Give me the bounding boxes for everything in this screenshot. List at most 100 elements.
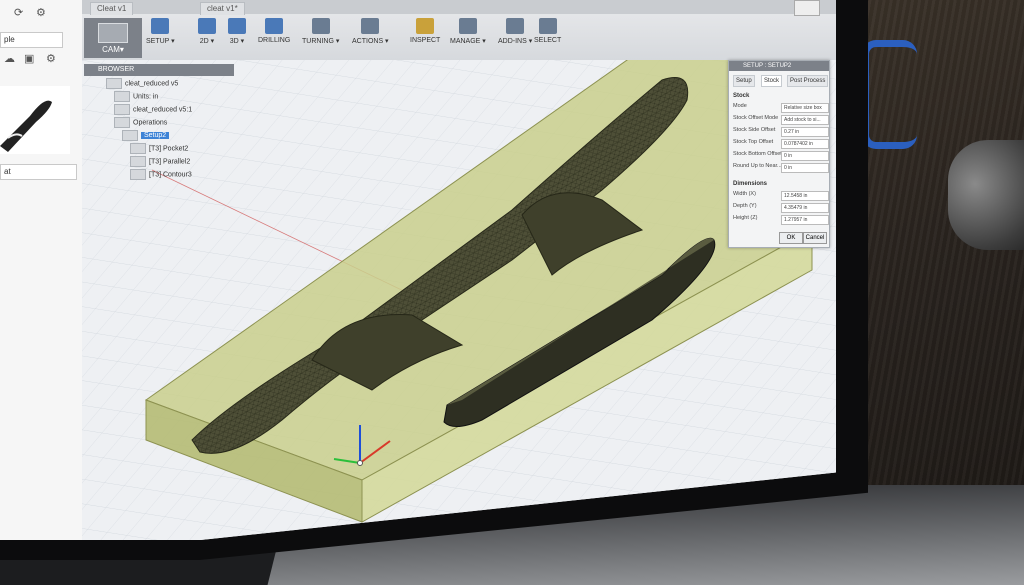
refresh-icon[interactable]: ⟳ <box>14 6 23 19</box>
ribbon-group-label: DRILLING <box>258 37 291 44</box>
field-value-input[interactable]: Relative size box <box>781 103 829 113</box>
ribbon-group-2[interactable]: 3D ▾ <box>228 14 246 58</box>
dialog-title: SETUP : SETUP2 <box>729 61 829 71</box>
field-label: Depth (Y) <box>733 203 757 209</box>
node-icon <box>114 117 130 128</box>
folder-icon[interactable]: ▣ <box>24 52 34 65</box>
ribbon-tool-icon <box>311 18 330 34</box>
field-value-input[interactable]: 1.27957 in <box>781 215 829 225</box>
browser-tree-item[interactable]: Units: in <box>114 91 158 102</box>
browser-tree-item[interactable]: [T3] Parallel2 <box>130 156 190 167</box>
tree-item-label: Operations <box>133 119 168 127</box>
workspace-label: CAM▾ <box>102 45 124 54</box>
node-icon <box>122 130 138 141</box>
tree-item-label: [T3] Parallel2 <box>149 158 191 166</box>
cancel-button[interactable]: Cancel <box>803 232 827 244</box>
field-value-input[interactable]: 0.0787402 in <box>781 139 829 149</box>
ribbon-group-1[interactable]: 2D ▾ <box>198 14 216 58</box>
workspace-switcher-button[interactable]: CAM▾ <box>84 18 142 58</box>
ribbon-group-label: MANAGE ▾ <box>450 38 486 45</box>
field-label: Stock Offset Mode <box>733 115 779 121</box>
ribbon-group-3[interactable]: DRILLING <box>258 14 290 58</box>
dialog-field-row: Depth (Y) 4.35479 in <box>733 203 829 213</box>
gear-icon[interactable]: ⚙ <box>46 52 56 65</box>
search-input[interactable]: ple <box>0 32 63 48</box>
dialog-field-row: Stock Bottom Offset 0 in <box>733 151 829 161</box>
tab-cleat-v1[interactable]: Cleat v1 <box>90 2 134 15</box>
node-icon <box>114 104 130 115</box>
ribbon-group-0[interactable]: SETUP ▾ <box>146 14 175 58</box>
setup-dialog: SETUP : SETUP2 Setup Stock Post Process … <box>728 60 830 248</box>
ok-button[interactable]: OK <box>779 232 803 244</box>
field-value-input[interactable]: Add stock to si... <box>781 115 829 125</box>
settings-icon[interactable]: ⚙ <box>36 6 46 19</box>
ribbon-group-9[interactable]: SELECT <box>534 14 561 58</box>
tab-setup[interactable]: Setup <box>733 75 755 87</box>
field-label: Stock Side Offset <box>733 127 776 133</box>
metal-tool <box>948 140 1024 250</box>
tree-item-label: [T3] Contour3 <box>149 171 192 179</box>
ribbon-tool-icon <box>361 18 380 34</box>
ribbon-tool-icon <box>228 18 246 34</box>
ribbon-group-label: ADD-INS ▾ <box>498 38 533 45</box>
node-icon <box>130 156 146 167</box>
ribbon-tool-icon <box>198 18 216 34</box>
node-icon <box>106 78 122 89</box>
design-thumbnail[interactable] <box>0 86 70 154</box>
browser-panel: BROWSER cleat_reduced v5 Units: in cleat_r… <box>84 64 234 180</box>
field-value-input[interactable]: 0 in <box>781 163 829 173</box>
field-label: Width (X) <box>733 191 756 197</box>
ribbon-tool-icon <box>151 18 170 34</box>
ribbon-tool-icon <box>265 18 284 34</box>
cloud-icon[interactable]: ☁ <box>4 52 15 65</box>
ribbon-group-label: 2D ▾ <box>199 38 215 45</box>
stock-section-header[interactable]: Stock <box>733 93 749 99</box>
ribbon-tool-icon <box>458 18 477 34</box>
tab-stock[interactable]: Stock <box>761 75 783 87</box>
cleat-thumbnail-icon <box>0 100 52 152</box>
view-cube[interactable] <box>794 0 820 16</box>
dimensions-section-header[interactable]: Dimensions <box>733 181 767 187</box>
ribbon-tool-icon <box>538 18 557 34</box>
tree-item-label: cleat_reduced v5:1 <box>133 106 193 114</box>
ribbon-group-8[interactable]: ADD-INS ▾ <box>498 14 532 58</box>
thumbnail-caption: at <box>0 164 77 180</box>
field-value-input[interactable]: 0 in <box>781 151 829 161</box>
field-label: Stock Top Offset <box>733 139 774 145</box>
dialog-field-row: Stock Offset Mode Add stock to si... <box>733 115 829 125</box>
document-tab-bar: Cleat v1 cleat v1* <box>82 0 836 15</box>
dialog-field-row: Height (Z) 1.27957 in <box>733 215 829 225</box>
browser-tree-item[interactable]: Setup2 <box>122 130 170 141</box>
ribbon-group-4[interactable]: TURNING ▾ <box>302 14 339 58</box>
ribbon-group-6[interactable]: INSPECT <box>410 14 440 58</box>
tab-post-process[interactable]: Post Process <box>787 75 829 87</box>
field-label: Height (Z) <box>733 215 758 221</box>
ribbon-tool-icon <box>416 18 435 34</box>
field-label: Mode <box>733 103 747 109</box>
field-value-input[interactable]: 0.27 in <box>781 127 829 137</box>
field-label: Round Up to Near... <box>733 163 782 169</box>
ribbon-group-label: INSPECT <box>410 37 441 44</box>
browser-tree-item[interactable]: [T3] Pocket2 <box>130 143 188 154</box>
browser-tree-item[interactable]: [T3] Contour3 <box>130 169 192 180</box>
browser-tree-item[interactable]: Operations <box>114 117 167 128</box>
cam-icon <box>98 23 128 43</box>
browser-tree-item[interactable]: cleat_reduced v5 <box>106 78 178 89</box>
ribbon-group-5[interactable]: ACTIONS ▾ <box>352 14 389 58</box>
ribbon-group-label: TURNING ▾ <box>302 38 340 45</box>
dialog-field-row: Stock Side Offset 0.27 in <box>733 127 829 137</box>
ribbon-group-label: 3D ▾ <box>229 38 245 45</box>
ribbon-group-label: SELECT <box>534 37 562 44</box>
browser-title: BROWSER <box>84 64 234 76</box>
tree-item-label: Units: in <box>133 93 159 101</box>
ribbon-tool-icon <box>506 18 525 34</box>
ribbon-group-7[interactable]: MANAGE ▾ <box>450 14 486 58</box>
browser-tree-item[interactable]: cleat_reduced v5:1 <box>114 104 192 115</box>
tree-item-label: Setup2 <box>141 132 170 140</box>
ribbon-group-label: SETUP ▾ <box>146 38 175 45</box>
field-value-input[interactable]: 4.35479 in <box>781 203 829 213</box>
field-value-input[interactable]: 12.5458 in <box>781 191 829 201</box>
node-icon <box>130 143 146 154</box>
screen: ⟳ ⚙ ple ☁ ▣ ⚙ at Cleat v1 cleat v1* CAM▾ <box>0 0 836 540</box>
dialog-field-row: Mode Relative size box <box>733 103 829 113</box>
